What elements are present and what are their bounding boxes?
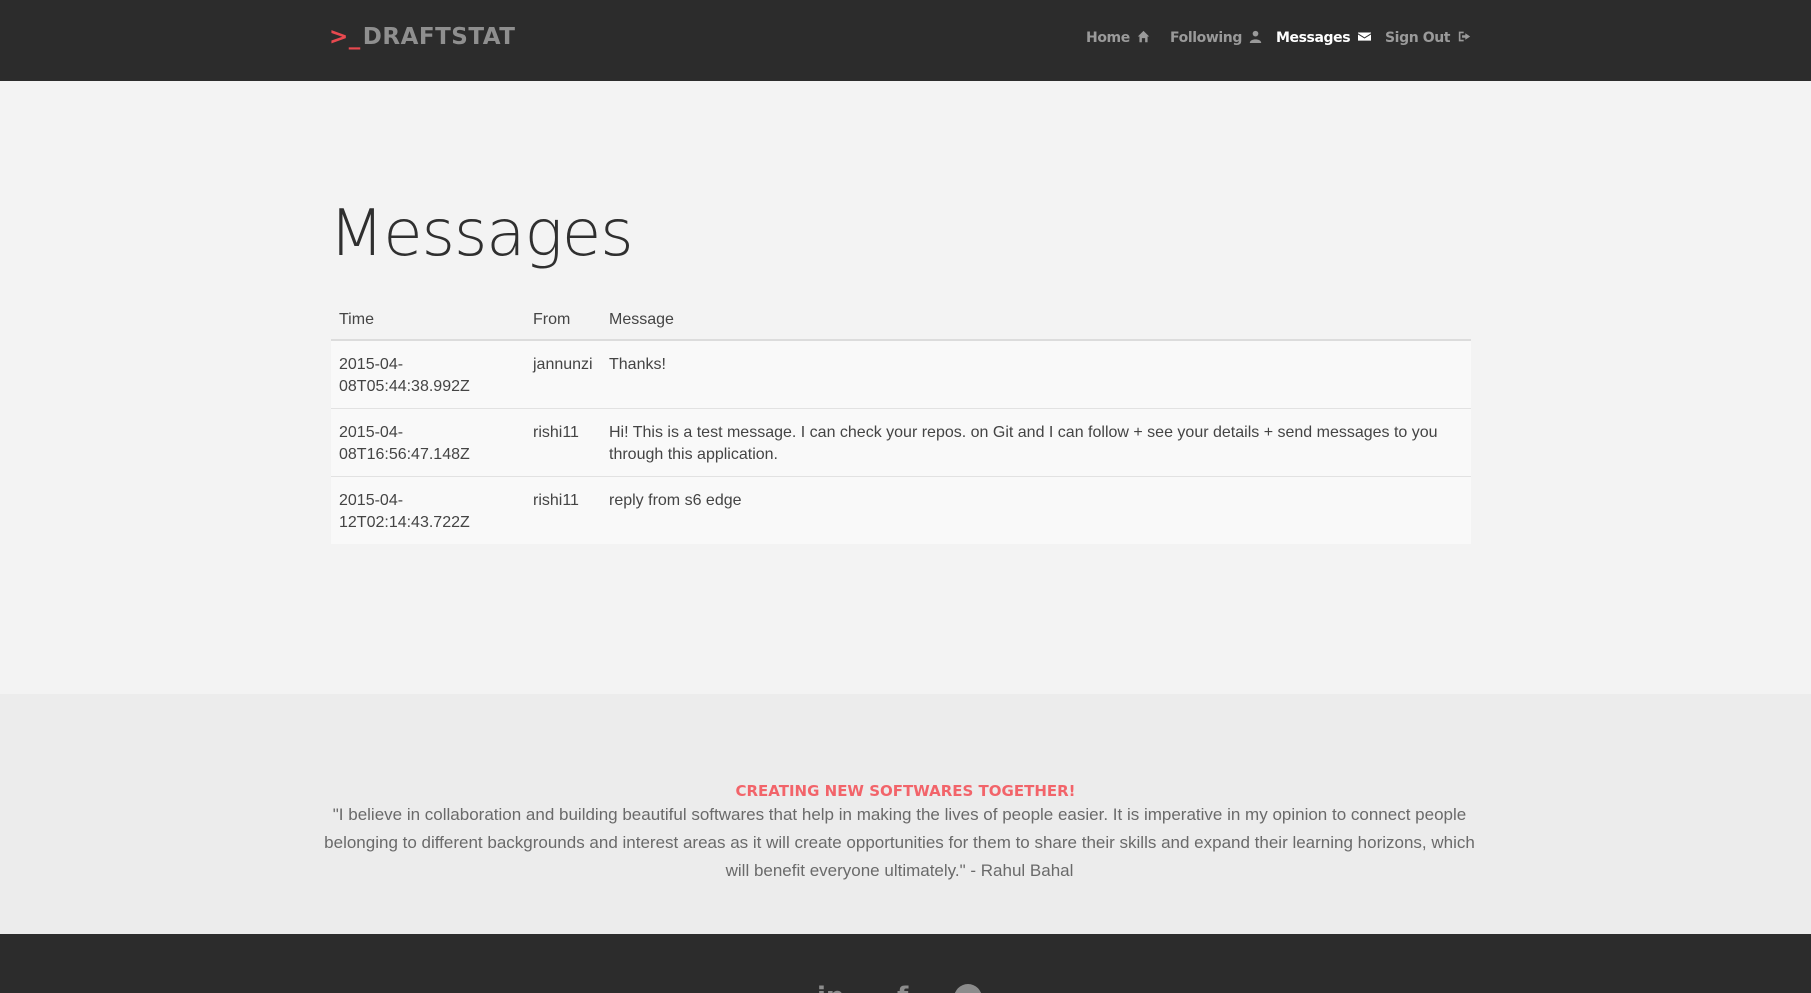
message-text: Thanks! xyxy=(601,339,1471,409)
nav-menu: Home Following Messages Sign Out xyxy=(0,30,1811,52)
message-from: rishi11 xyxy=(525,408,601,477)
message-from: jannunzi xyxy=(525,339,601,409)
footer-quote: "I believe in collaboration and building… xyxy=(324,805,1475,880)
nav-item-sign-out[interactable]: Sign Out xyxy=(1385,30,1471,46)
nav-item-label: Home xyxy=(1086,30,1130,46)
messages-table: Time From Message 2015-04-08T05:44:38.99… xyxy=(331,300,1471,544)
message-from: rishi11 xyxy=(525,476,601,544)
message-time: 2015-04-08T05:44:38.992Z xyxy=(331,339,525,409)
message-text: Hi! This is a test message. I can check … xyxy=(601,408,1471,477)
bottom-bar: in f xyxy=(0,934,1811,993)
nav-item-label: Following xyxy=(1170,30,1242,46)
message-time: 2015-04-12T02:14:43.722Z xyxy=(331,476,525,544)
user-icon xyxy=(1250,30,1262,43)
table-row: 2015-04-08T05:44:38.992Z jannunzi Thanks… xyxy=(331,339,1471,409)
github-icon[interactable] xyxy=(954,984,982,993)
sign-out-icon xyxy=(1458,31,1470,42)
column-header-from: From xyxy=(525,300,601,341)
footer-quote-section: CREATING NEW SOFTWARES TOGETHER! "I beli… xyxy=(0,694,1811,934)
home-icon xyxy=(1138,30,1150,43)
nav-item-messages[interactable]: Messages xyxy=(1276,30,1371,46)
page-title: Messages xyxy=(329,197,634,271)
facebook-icon[interactable]: f xyxy=(897,982,908,993)
nav-item-following[interactable]: Following xyxy=(1170,30,1262,46)
nav-item-label: Messages xyxy=(1276,30,1351,46)
envelope-icon xyxy=(1357,32,1371,41)
linkedin-icon[interactable]: in xyxy=(817,982,844,993)
message-text: reply from s6 edge xyxy=(601,476,1471,544)
nav-item-label: Sign Out xyxy=(1385,30,1451,46)
nav-item-home[interactable]: Home xyxy=(1086,30,1150,46)
navbar: >_DRAFTSTAT Home Following Messages Sign… xyxy=(0,0,1811,81)
column-header-time: Time xyxy=(331,300,525,341)
column-header-message: Message xyxy=(601,300,1471,341)
table-row: 2015-04-08T16:56:47.148Z rishi11 Hi! Thi… xyxy=(331,408,1471,477)
table-row: 2015-04-12T02:14:43.722Z rishi11 reply f… xyxy=(331,476,1471,544)
footer-heading: CREATING NEW SOFTWARES TOGETHER! xyxy=(735,782,1076,800)
message-time: 2015-04-08T16:56:47.148Z xyxy=(331,408,525,477)
table-header-row: Time From Message xyxy=(331,300,1471,341)
